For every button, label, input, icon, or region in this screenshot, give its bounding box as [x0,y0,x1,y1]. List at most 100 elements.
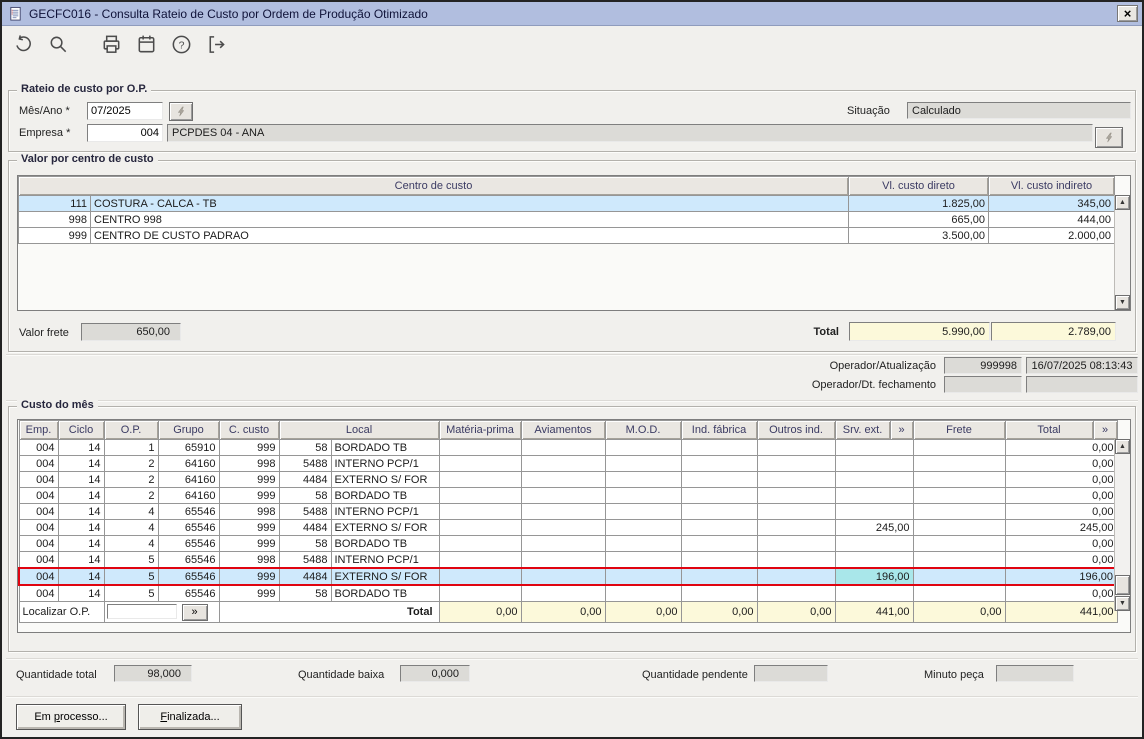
custo-grid: Emp. Ciclo O.P. Grupo C. custo Local Mat… [17,419,1131,633]
total-ind-fabrica: 0,00 [680,601,758,623]
col-srv-ext[interactable]: Srv. ext. [834,420,891,440]
custo-row[interactable]: 004 14 4 65546 998 5488 INTERNO PCP/1 0,00 [18,503,1118,520]
mod-cell [604,584,682,602]
quantidade-pendente-field [754,665,828,682]
c-custo-cell: 999 [218,487,280,504]
quantidade-pendente-label: Quantidade pendente [642,669,748,681]
quantidade-baixa-field: 0,000 [400,665,470,682]
local-cell: INTERNO PCP/1 [330,551,440,569]
col-op[interactable]: O.P. [103,420,159,440]
col-custo-indireto[interactable]: Vl. custo indireto [988,176,1115,196]
total-custo-indireto: 2.789,00 [991,322,1116,341]
ciclo-cell: 14 [57,487,105,504]
col-ind-fabrica[interactable]: Ind. fábrica [680,420,758,440]
centro-row[interactable]: 999 CENTRO DE CUSTO PADRAO 3.500,00 2.000,0… [18,227,1115,244]
col-materia-prima[interactable]: Matéria-prima [438,420,522,440]
total-cell: 0,00 [1004,535,1118,552]
col-centro-de-custo[interactable]: Centro de custo [18,176,849,196]
mes-ano-input[interactable] [87,102,163,120]
scroll-down-button[interactable]: ▼ [1115,596,1130,611]
aviamentos-cell [520,567,606,586]
custo-table: Emp. Ciclo O.P. Grupo C. custo Local Mat… [18,420,1119,623]
col-ciclo[interactable]: Ciclo [57,420,105,440]
centro-row[interactable]: 998 CENTRO 998 665,00 444,00 [18,211,1115,228]
local-num-cell: 5488 [278,551,332,569]
frete-cell [912,487,1006,504]
undo-button[interactable] [10,31,37,58]
operador-fechamento-user [944,376,1022,393]
local-cell: EXTERNO S/ FOR [330,471,440,488]
grupo-cell: 64160 [157,487,220,504]
ciclo-cell: 14 [57,439,105,456]
custo-row[interactable]: 004 14 2 64160 998 5488 INTERNO PCP/1 0,00 [18,455,1118,472]
custo-row[interactable]: 004 14 1 65910 999 58 BORDADO TB 0,00 [18,439,1118,456]
col-grupo[interactable]: Grupo [157,420,220,440]
frete-cell [912,584,1006,602]
emp-cell: 004 [18,471,59,488]
custo-row[interactable]: 004 14 5 65546 999 58 BORDADO TB 0,00 [18,584,1118,602]
col-aviamentos[interactable]: Aviamentos [520,420,606,440]
srv-ext-cell: 245,00 [834,519,914,536]
custo-row[interactable]: 004 14 2 64160 999 58 BORDADO TB 0,00 [18,487,1118,504]
col-emp[interactable]: Emp. [18,420,59,440]
col-expand-total-button[interactable]: » [1092,420,1118,440]
em-processo-button[interactable]: Em processo... [16,704,126,730]
quantidade-total-label: Quantidade total [16,669,97,681]
separator [6,658,1138,660]
scroll-up-button[interactable]: ▲ [1115,439,1130,454]
ciclo-cell: 14 [57,519,105,536]
custo-row[interactable]: 004 14 5 65546 998 5488 INTERNO PCP/1 0,00 [18,551,1118,569]
emp-cell: 004 [18,535,59,552]
lightning-icon [177,106,184,117]
materia-prima-cell [438,503,522,520]
col-expand-srv-button[interactable]: » [889,420,914,440]
c-custo-cell: 998 [218,551,280,569]
col-custo-direto[interactable]: Vl. custo direto [848,176,989,196]
ind-fabrica-cell [680,487,758,504]
print-button[interactable] [98,31,125,58]
scroll-up-button[interactable]: ▲ [1115,195,1130,210]
col-frete[interactable]: Frete [912,420,1006,440]
total-cell: 0,00 [1004,584,1118,602]
outros-ind-cell [756,503,836,520]
custo-scrollbar[interactable]: ▲ ▼ [1114,439,1130,611]
centro-scrollbar[interactable]: ▲ ▼ [1114,195,1130,310]
search-button[interactable] [45,31,72,58]
custo-grid-body: 004 14 1 65910 999 58 BORDADO TB 0,00 004 14 2 6416… [18,439,1119,602]
aviamentos-cell [520,584,606,602]
localizar-op-input[interactable] [106,604,177,619]
finalizada-button[interactable]: Finalizada... [138,704,242,730]
scroll-thumb[interactable] [1115,575,1130,595]
centro-row[interactable]: 111 COSTURA - CALCA - TB 1.825,00 345,00 [18,195,1115,212]
quantidade-total-field: 98,000 [114,665,192,682]
col-local[interactable]: Local [278,420,440,440]
toolbar: ? [2,26,1142,62]
col-total[interactable]: Total [1004,420,1094,440]
title-bar: GECFC016 - Consulta Rateio de Custo por … [2,2,1142,26]
custo-row[interactable]: 004 14 5 65546 999 4484 EXTERNO S/ FOR 196,00 19… [18,567,1119,586]
calendar-button[interactable] [133,31,160,58]
scroll-down-button[interactable]: ▼ [1115,295,1130,310]
localizar-op-button[interactable]: » [181,603,208,621]
close-button[interactable]: × [1117,5,1138,22]
custo-row[interactable]: 004 14 2 64160 999 4484 EXTERNO S/ FOR 0,00 [18,471,1118,488]
col-outros-ind[interactable]: Outros ind. [756,420,836,440]
custo-row[interactable]: 004 14 4 65546 999 4484 EXTERNO S/ FOR 245,00 24… [18,519,1118,536]
emp-cell: 004 [18,487,59,504]
aviamentos-cell [520,519,606,536]
total-materia-prima: 0,00 [438,601,522,623]
empresa-code-input[interactable] [87,124,163,142]
emp-cell: 004 [18,519,59,536]
col-c-custo[interactable]: C. custo [218,420,280,440]
ind-fabrica-cell [680,471,758,488]
search-icon [50,36,67,52]
custo-row[interactable]: 004 14 4 65546 999 58 BORDADO TB 0,00 [18,535,1118,552]
mes-ano-lookup-button[interactable] [169,102,193,121]
col-mod[interactable]: M.O.D. [604,420,682,440]
help-button[interactable]: ? [168,31,195,58]
ind-fabrica-cell [680,439,758,456]
exit-button[interactable] [203,31,230,58]
empresa-lookup-button[interactable] [1095,127,1123,148]
exit-icon [209,35,225,53]
local-cell: BORDADO TB [330,487,440,504]
